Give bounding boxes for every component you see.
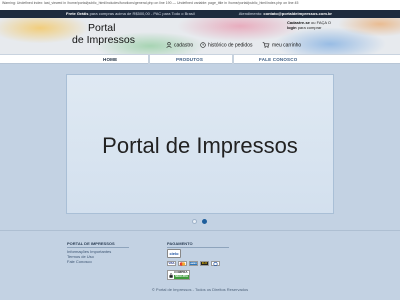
cart-label: meu carrinho xyxy=(272,42,302,49)
diners-circle-icon xyxy=(213,261,218,266)
footer-title-payment: PAGAMENTO xyxy=(167,241,193,246)
hero-slider[interactable]: Portal de Impressos xyxy=(66,74,334,214)
header-banner: Portal de Impressos Cadastre-se ou FAÇA … xyxy=(0,18,400,54)
diners-card-icon xyxy=(211,261,220,266)
clock-icon xyxy=(200,42,206,48)
mastercard-circles-icon xyxy=(179,261,186,266)
header-link-cart[interactable]: meu carrinho xyxy=(262,42,301,48)
header-link-order-history[interactable]: histórico de pedidos xyxy=(200,42,252,48)
nav-contact[interactable]: FALE CONOSCO xyxy=(259,57,297,62)
service-email-link[interactable]: contato@portaldeimpressos.com.br xyxy=(263,11,332,16)
cielo-logo: cielo xyxy=(167,249,181,258)
visa-card-icon: VISA xyxy=(167,261,176,266)
free-shipping-text: para compras acima de R$500,00 - PAC par… xyxy=(89,11,195,16)
nav-home[interactable]: HOME xyxy=(103,57,117,62)
account-info: Cadastre-se ou FAÇA O login para comprar xyxy=(287,20,331,30)
secure-badge-line-2: SEGURA xyxy=(174,274,189,279)
login-link[interactable]: login xyxy=(287,25,297,30)
cielo-text: cielo xyxy=(169,251,179,256)
main-nav: HOME PRODUTOS FALE CONOSCO xyxy=(0,54,400,64)
nav-divider xyxy=(148,55,150,64)
nav-products[interactable]: PRODUTOS xyxy=(176,57,203,62)
slider-dot-2-active[interactable] xyxy=(202,219,207,224)
footer-links: Informações Importantes Termos de Uso Fa… xyxy=(67,249,111,265)
footer-title-portal: PORTAL DE IMPRESSOS xyxy=(67,241,115,246)
free-shipping-label: Frete Grátis xyxy=(66,11,89,16)
service-label: Atendimento: xyxy=(238,11,263,16)
secure-purchase-badge: COMPRA SEGURA xyxy=(167,270,190,280)
footer-underline xyxy=(167,247,229,248)
register-label: cadastro xyxy=(174,42,194,49)
footer-divider xyxy=(0,230,400,231)
customer-service: Atendimento: contato@portaldeimpressos.c… xyxy=(239,11,332,16)
user-icon xyxy=(166,42,172,48)
footer-underline xyxy=(67,247,129,248)
mastercard-icon xyxy=(178,261,187,266)
slider-dot-1[interactable] xyxy=(192,219,197,224)
slide-title: Portal de Impressos xyxy=(102,133,298,158)
header-link-register[interactable]: cadastro xyxy=(166,42,193,48)
site-logo[interactable]: Portal de Impressos xyxy=(72,22,135,46)
nav-divider xyxy=(232,55,234,64)
padlock-icon xyxy=(169,272,173,278)
logo-line-1: Portal xyxy=(88,22,116,34)
logo-line-2: de Impressos xyxy=(72,34,136,46)
top-info-bar: Frete Grátis para compras acima de R$500… xyxy=(0,10,400,18)
amex-card-icon: AMEX xyxy=(189,261,198,266)
footer-link-contact[interactable]: Fale Conosco xyxy=(67,259,111,265)
account-info-text-2: para comprar xyxy=(297,25,322,30)
elo-card-icon: ELO xyxy=(200,261,209,266)
free-shipping-notice: Frete Grátis para compras acima de R$500… xyxy=(66,11,195,16)
order-history-label: histórico de pedidos xyxy=(208,42,253,49)
footer-copyright: © Portal de Impressos - Todos os Direito… xyxy=(151,287,249,292)
cart-icon xyxy=(262,42,270,48)
